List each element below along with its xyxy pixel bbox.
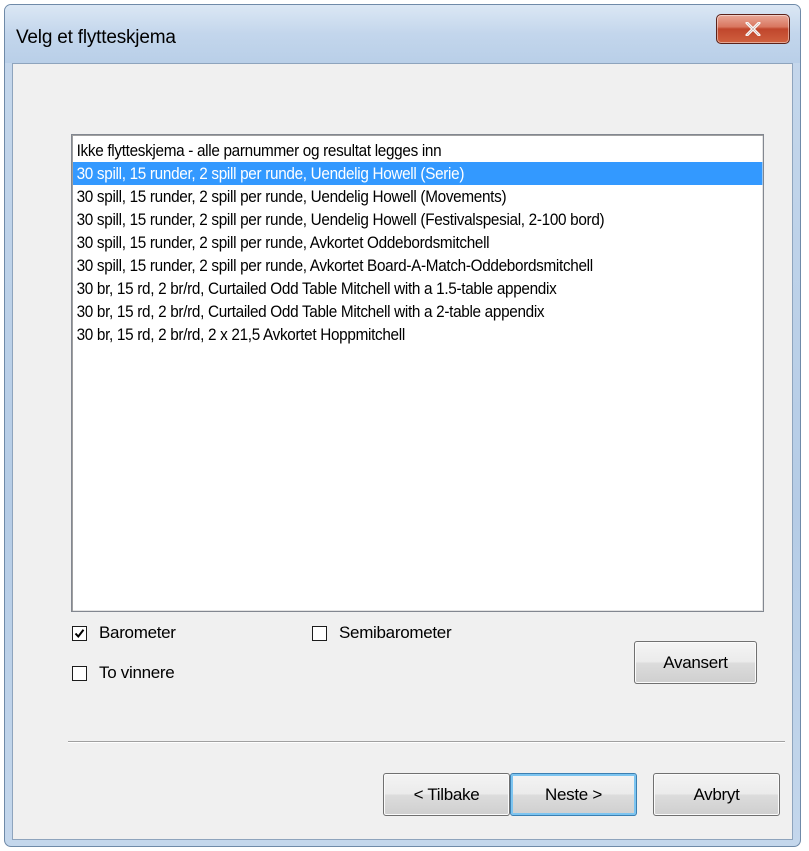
barometer-label: Barometer <box>99 623 176 642</box>
list-item[interactable]: 30 spill, 15 runder, 2 spill per runde, … <box>73 185 694 208</box>
title-bar[interactable]: Velg et flytteskjema <box>5 5 800 63</box>
separator <box>68 741 785 743</box>
barometer-checkbox[interactable]: Barometer <box>72 623 176 643</box>
list-item[interactable]: 30 spill, 15 runder, 2 spill per runde, … <box>73 231 694 254</box>
list-item[interactable]: 30 br, 15 rd, 2 br/rd, 2 x 21,5 Avkortet… <box>73 323 694 346</box>
schedule-listbox[interactable]: Ikke flytteskjema - alle parnummer og re… <box>71 134 764 612</box>
to-vinnere-checkbox[interactable]: To vinnere <box>72 663 175 683</box>
list-item[interactable]: 30 br, 15 rd, 2 br/rd, Curtailed Odd Tab… <box>73 300 694 323</box>
checkmark-icon <box>74 628 85 638</box>
semibarometer-label: Semibarometer <box>339 623 452 642</box>
to-vinnere-checkbox-box[interactable] <box>72 665 87 681</box>
cancel-button[interactable]: Avbryt <box>653 773 780 816</box>
window-title: Velg et flytteskjema <box>16 27 176 48</box>
dialog-client-area: Ikke flytteskjema - alle parnummer og re… <box>12 63 793 840</box>
dialog-window: Velg et flytteskjema Ikke flytteskjema -… <box>4 4 801 847</box>
semibarometer-checkbox[interactable]: Semibarometer <box>312 623 452 643</box>
advanced-button[interactable]: Avansert <box>634 641 757 684</box>
semibarometer-checkbox-box[interactable] <box>312 625 327 641</box>
to-vinnere-label: To vinnere <box>99 663 175 682</box>
next-button[interactable]: Neste > <box>510 773 637 816</box>
close-button[interactable] <box>716 14 790 44</box>
barometer-checkbox-box[interactable] <box>72 625 87 641</box>
list-item[interactable]: 30 spill, 15 runder, 2 spill per runde, … <box>73 254 694 277</box>
list-item[interactable]: Ikke flytteskjema - alle parnummer og re… <box>73 139 694 162</box>
list-item[interactable]: 30 br, 15 rd, 2 br/rd, Curtailed Odd Tab… <box>73 277 694 300</box>
list-item[interactable]: 30 spill, 15 runder, 2 spill per runde, … <box>73 208 694 231</box>
list-item[interactable]: 30 spill, 15 runder, 2 spill per runde, … <box>73 162 763 185</box>
back-button[interactable]: < Tilbake <box>383 773 510 816</box>
close-icon <box>745 22 761 36</box>
